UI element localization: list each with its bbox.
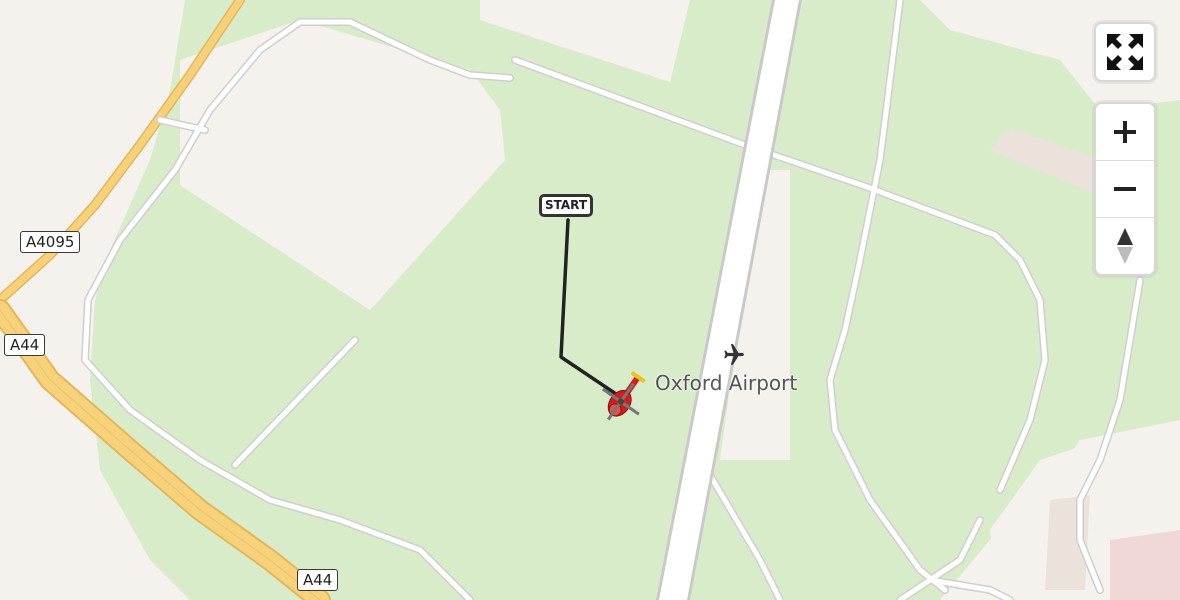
road-label-a44: A44: [4, 334, 46, 356]
zoom-control: [1094, 102, 1156, 276]
road-label-a44: A44: [297, 569, 339, 591]
zoom-out-button[interactable]: [1096, 160, 1154, 217]
airplane-icon[interactable]: [720, 342, 746, 368]
fullscreen-icon: [1107, 34, 1143, 70]
helicopter-icon[interactable]: [588, 366, 656, 434]
compass-icon: [1117, 228, 1133, 264]
fullscreen-button[interactable]: [1096, 24, 1154, 80]
route-start-label: START: [539, 194, 594, 217]
road-label-a4095: A4095: [20, 231, 81, 253]
map-canvas[interactable]: [0, 0, 1180, 600]
compass-button[interactable]: [1096, 217, 1154, 274]
zoom-in-button[interactable]: [1096, 104, 1154, 160]
minus-icon: [1114, 187, 1136, 191]
fullscreen-control: [1094, 22, 1156, 82]
poi-label[interactable]: Oxford Airport: [655, 371, 797, 395]
plus-icon: [1114, 121, 1136, 143]
